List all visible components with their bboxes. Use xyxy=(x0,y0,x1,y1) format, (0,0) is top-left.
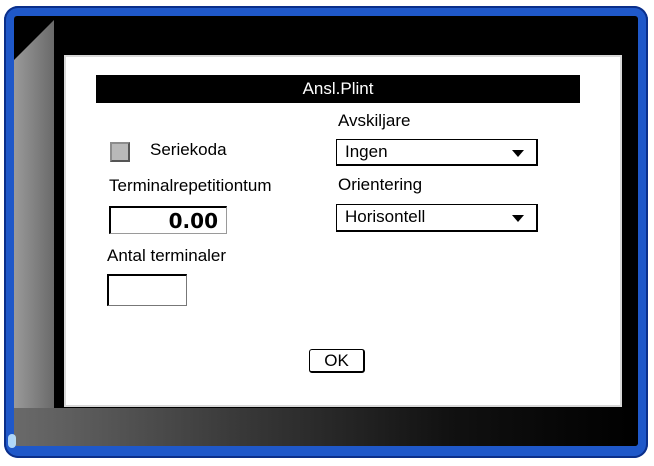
device-frame: Ansl.Plint Seriekoda Terminalrepetitiont… xyxy=(0,0,654,466)
terminal-count-input[interactable] xyxy=(107,274,187,306)
ok-button[interactable]: OK xyxy=(309,349,365,373)
separator-label: Avskiljare xyxy=(338,111,411,130)
screen-corner-bevel xyxy=(14,16,58,60)
screen-bottom-bevel xyxy=(14,408,638,446)
repeat-label: Terminalrepetitiontum xyxy=(109,176,272,195)
separator-value: Ingen xyxy=(345,142,388,161)
repeat-value: 0.00 xyxy=(168,209,218,233)
serial-code-label: Seriekoda xyxy=(150,140,227,159)
orientation-select[interactable]: Horisontell xyxy=(336,204,538,232)
chevron-down-icon xyxy=(512,215,524,222)
orientation-value: Horisontell xyxy=(345,207,426,226)
serial-code-checkbox[interactable] xyxy=(110,142,130,162)
terminal-count-label: Antal terminaler xyxy=(107,246,227,265)
chevron-down-icon xyxy=(512,150,524,157)
separator-select[interactable]: Ingen xyxy=(336,139,538,166)
orientation-label: Orientering xyxy=(338,175,423,194)
repeat-input[interactable]: 0.00 xyxy=(109,206,227,234)
terminal-block-dialog: Ansl.Plint Seriekoda Terminalrepetitiont… xyxy=(66,57,620,405)
screen-left-bevel xyxy=(14,16,54,446)
dialog-title: Ansl.Plint xyxy=(96,75,580,103)
power-led xyxy=(8,434,16,448)
